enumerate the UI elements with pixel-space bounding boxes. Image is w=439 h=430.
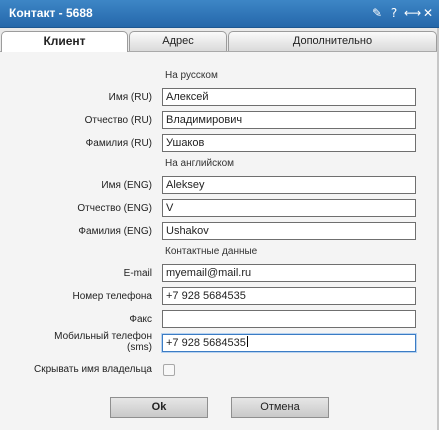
- tab-bar: Клиент Адрес Дополнительно: [0, 28, 439, 52]
- email-field[interactable]: myemail@mail.ru: [162, 264, 416, 282]
- label-hide-owner: Скрывать имя владельца: [34, 364, 152, 375]
- label-patronymic-ru: Отчество (RU): [84, 115, 152, 126]
- mobile-field-value: +7 928 5684535: [166, 337, 246, 349]
- fax-field[interactable]: [162, 310, 416, 328]
- resize-icon[interactable]: ⟷: [404, 5, 421, 21]
- label-email: E-mail: [123, 268, 152, 279]
- tab-address[interactable]: Адрес: [129, 31, 227, 51]
- tab-client[interactable]: Клиент: [1, 31, 128, 52]
- label-mobile-line1: Мобильный телефон: [54, 331, 152, 342]
- label-mobile-line2: (sms): [127, 342, 152, 353]
- section-contacts: Контактные данные: [165, 246, 258, 257]
- phone-field[interactable]: +7 928 5684535: [162, 287, 416, 305]
- label-last-name-en: Фамилия (ENG): [78, 226, 152, 237]
- section-russian: На русском: [165, 70, 218, 81]
- section-english: На английском: [165, 158, 235, 169]
- help-icon[interactable]: ?: [387, 5, 401, 21]
- last-name-ru-field[interactable]: Ушаков: [162, 134, 416, 152]
- close-icon[interactable]: ✕: [421, 5, 435, 21]
- patronymic-ru-field[interactable]: Владимирович: [162, 111, 416, 129]
- label-last-name-ru: Фамилия (RU): [85, 138, 152, 149]
- label-mobile: Мобильный телефон (sms): [54, 331, 152, 353]
- label-first-name-ru: Имя (RU): [108, 92, 152, 103]
- title-icons: ✎ ? ⟷ ✕: [370, 5, 435, 21]
- tab-additional[interactable]: Дополнительно: [228, 31, 437, 51]
- hide-owner-checkbox[interactable]: [163, 364, 175, 376]
- mobile-field[interactable]: +7 928 5684535: [162, 334, 416, 352]
- last-name-en-field[interactable]: Ushakov: [162, 222, 416, 240]
- label-first-name-en: Имя (ENG): [101, 180, 152, 191]
- ok-button[interactable]: Ok: [110, 397, 208, 418]
- pin-icon[interactable]: ✎: [370, 5, 384, 21]
- window-title: Контакт - 5688: [9, 6, 93, 20]
- window-titlebar: Контакт - 5688 ✎ ? ⟷ ✕: [0, 0, 439, 28]
- patronymic-en-field[interactable]: V: [162, 199, 416, 217]
- label-phone: Номер телефона: [72, 291, 152, 302]
- label-fax: Факс: [129, 314, 152, 325]
- cancel-button[interactable]: Отмена: [231, 397, 329, 418]
- label-patronymic-en: Отчество (ENG): [77, 203, 152, 214]
- first-name-ru-field[interactable]: Алексей: [162, 88, 416, 106]
- text-caret: [246, 336, 248, 347]
- first-name-en-field[interactable]: Aleksey: [162, 176, 416, 194]
